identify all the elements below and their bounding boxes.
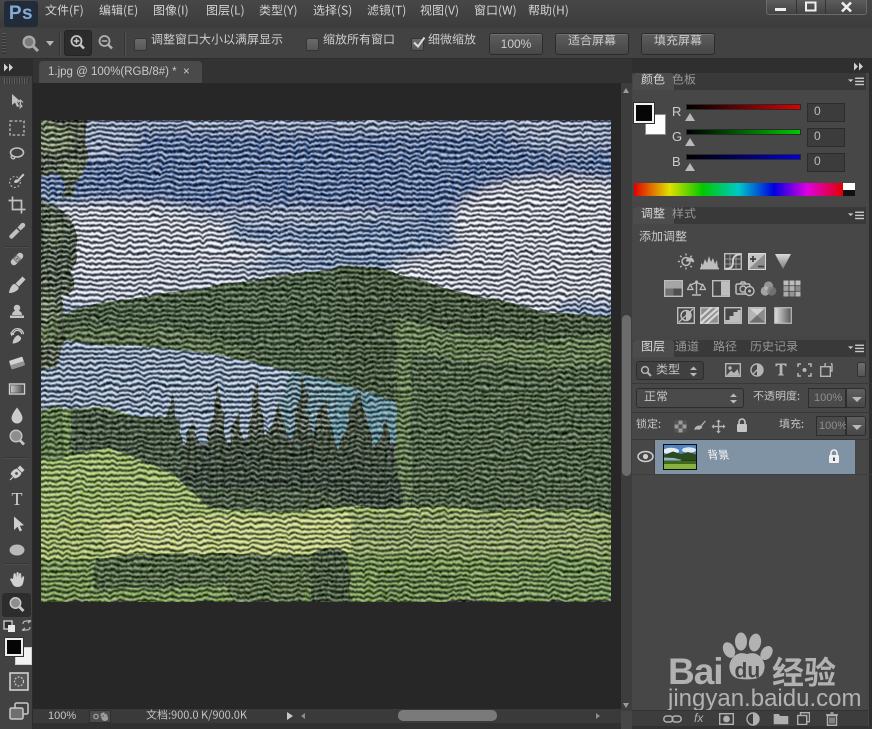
svg-text:jingyan.baidu.com: jingyan.baidu.com (667, 685, 861, 710)
svg-text:du: du (735, 660, 761, 683)
svg-text:T: T (11, 489, 22, 509)
